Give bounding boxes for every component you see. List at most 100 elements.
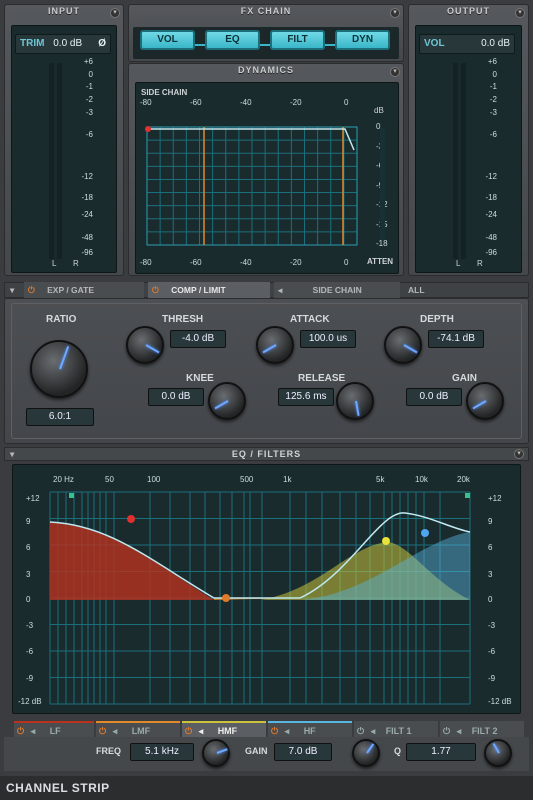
- eq-gain-knob[interactable]: [352, 739, 380, 767]
- hmf-power-icon[interactable]: ⏻: [185, 726, 192, 736]
- eq-right-db-tick: -6: [488, 647, 496, 656]
- lf-node[interactable]: [127, 515, 135, 523]
- db-label: dB: [374, 106, 384, 115]
- lowcut-handle[interactable]: [69, 493, 74, 498]
- hf-listen-icon[interactable]: ◂: [285, 726, 290, 736]
- hmf-node[interactable]: [382, 537, 390, 545]
- lf-listen-icon[interactable]: ◂: [31, 726, 36, 736]
- band-tab-hf[interactable]: ⏻ ◂ HF: [268, 721, 352, 737]
- dyn-right-tick: -18: [376, 239, 388, 248]
- meter-scale-tick: -2: [85, 95, 93, 104]
- dyn-top-tick: -40: [240, 98, 252, 107]
- lmf-power-icon[interactable]: ⏻: [99, 726, 106, 736]
- attack-value[interactable]: 100.0 us: [300, 330, 356, 348]
- depth-knob[interactable]: [384, 326, 422, 364]
- output-panel: OUTPUT ▾ VOL 0.0 dB +6 0 -1 -2 -3 -6 -12 -18 -24…: [408, 4, 529, 276]
- tab-exp-gate[interactable]: ⏻ EXP / GATE: [24, 282, 144, 298]
- knee-value[interactable]: 0.0 dB: [148, 388, 204, 406]
- filt2-listen-icon[interactable]: ◂: [457, 726, 462, 736]
- gain-value[interactable]: 0.0 dB: [406, 388, 462, 406]
- release-knob[interactable]: [336, 382, 374, 420]
- dyn-bottom-tick: -60: [190, 258, 202, 267]
- knee-knob[interactable]: [208, 382, 246, 420]
- band-tab-hmf[interactable]: ⏻ ◂ HMF: [182, 721, 266, 737]
- output-menu-icon[interactable]: ▾: [515, 8, 525, 18]
- meter-scale-tick: -6: [85, 130, 93, 139]
- fx-vol-button[interactable]: VOL: [140, 30, 195, 50]
- eq-freq-tick: 20k: [457, 475, 470, 484]
- band-tab-filt1[interactable]: ⏻ ◂ FILT 1: [354, 721, 438, 737]
- filt2-power-icon[interactable]: ⏻: [443, 726, 450, 736]
- comp-power-icon[interactable]: ⏻: [152, 285, 159, 295]
- q-knob[interactable]: [484, 739, 512, 767]
- eq-left-db-tick: +12: [26, 494, 40, 503]
- freq-value[interactable]: 5.1 kHz: [130, 743, 194, 761]
- vol-display[interactable]: VOL 0.0 dB: [419, 34, 515, 54]
- atten-label: ATTEN: [367, 257, 394, 266]
- gain-knob[interactable]: [466, 382, 504, 420]
- trim-label: TRIM: [20, 38, 45, 49]
- input-menu-icon[interactable]: ▾: [110, 8, 120, 18]
- meter-scale-tick: -24: [485, 210, 497, 219]
- dyn-top-tick: -80: [140, 98, 152, 107]
- curve-point[interactable]: [145, 126, 151, 132]
- thresh-value[interactable]: -4.0 dB: [170, 330, 226, 348]
- ratio-value[interactable]: 6.0:1: [26, 408, 94, 426]
- release-value[interactable]: 125.6 ms: [278, 388, 334, 406]
- fx-dyn-button[interactable]: DYN: [335, 30, 390, 50]
- band-tab-lmf[interactable]: ⏻ ◂ LMF: [96, 721, 180, 737]
- filt1-listen-icon[interactable]: ◂: [371, 726, 376, 736]
- q-value[interactable]: 1.77: [406, 743, 476, 761]
- eq-gain-value[interactable]: 7.0 dB: [274, 743, 332, 761]
- dyn-top-tick: 0: [344, 98, 349, 107]
- tab-comp-limit[interactable]: ⏻ COMP / LIMIT: [148, 282, 270, 298]
- exp-gate-power-icon[interactable]: ⏻: [28, 285, 35, 295]
- eq-title: EQ / FILTERS: [231, 449, 302, 459]
- fx-filt-button[interactable]: FILT: [270, 30, 325, 50]
- eq-menu-icon[interactable]: ▾: [514, 449, 524, 459]
- lmf-node[interactable]: [222, 594, 230, 602]
- band-tab-lf[interactable]: ⏻ ◂ LF: [14, 721, 94, 737]
- freq-label: FREQ: [96, 746, 122, 756]
- tab-side-chain[interactable]: ◂ SIDE CHAIN: [274, 282, 400, 298]
- lf-power-icon[interactable]: ⏻: [17, 726, 24, 736]
- fx-menu-icon[interactable]: ▾: [390, 8, 400, 18]
- dyn-top-tick: -60: [190, 98, 202, 107]
- dynamics-collapse-icon[interactable]: ▾: [6, 282, 14, 298]
- side-chain-listen-icon[interactable]: ◂: [278, 285, 282, 295]
- thresh-knob[interactable]: [126, 326, 164, 364]
- dyn-bottom-tick: 0: [344, 258, 349, 267]
- eq-left-db-tick: -9: [26, 674, 34, 683]
- eq-curve-graph[interactable]: [12, 464, 521, 714]
- filt1-power-icon[interactable]: ⏻: [357, 726, 364, 736]
- hf-node[interactable]: [421, 529, 429, 537]
- eq-right-db-tick: -12 dB: [488, 697, 512, 706]
- footer-title: CHANNEL STRIP: [6, 781, 110, 795]
- ratio-knob[interactable]: [30, 340, 88, 398]
- meter-scale-tick: -96: [81, 248, 93, 257]
- band-tab-filt2[interactable]: ⏻ ◂ FILT 2: [440, 721, 524, 737]
- meter-scale-tick: -12: [81, 172, 93, 181]
- eq-right-db-tick: 9: [488, 517, 493, 526]
- fx-eq-button[interactable]: EQ: [205, 30, 260, 50]
- band-tab-hf-label: HF: [303, 726, 316, 736]
- meter-scale-tick: 0: [88, 70, 93, 79]
- eq-right-db-tick: 0: [488, 595, 493, 604]
- dynamics-menu-icon[interactable]: ▾: [390, 67, 400, 77]
- hf-power-icon[interactable]: ⏻: [271, 726, 278, 736]
- freq-knob[interactable]: [202, 739, 230, 767]
- attack-knob[interactable]: [256, 326, 294, 364]
- lmf-listen-icon[interactable]: ◂: [113, 726, 118, 736]
- eq-freq-tick: 10k: [415, 475, 428, 484]
- depth-value[interactable]: -74.1 dB: [428, 330, 484, 348]
- phase-invert-icon[interactable]: Ø: [98, 35, 106, 53]
- tab-side-chain-label: SIDE CHAIN: [312, 285, 362, 295]
- eq-right-db-tick: +12: [488, 494, 502, 503]
- hmf-listen-icon[interactable]: ◂: [199, 726, 204, 736]
- band-tab-lf-label: LF: [49, 726, 61, 736]
- meter-scale-tick: -18: [81, 193, 93, 202]
- transfer-curve-graph[interactable]: [140, 100, 370, 260]
- highcut-handle[interactable]: [465, 493, 470, 498]
- trim-display[interactable]: TRIM 0.0 dB Ø: [15, 34, 111, 54]
- tab-all[interactable]: ALL: [404, 282, 444, 298]
